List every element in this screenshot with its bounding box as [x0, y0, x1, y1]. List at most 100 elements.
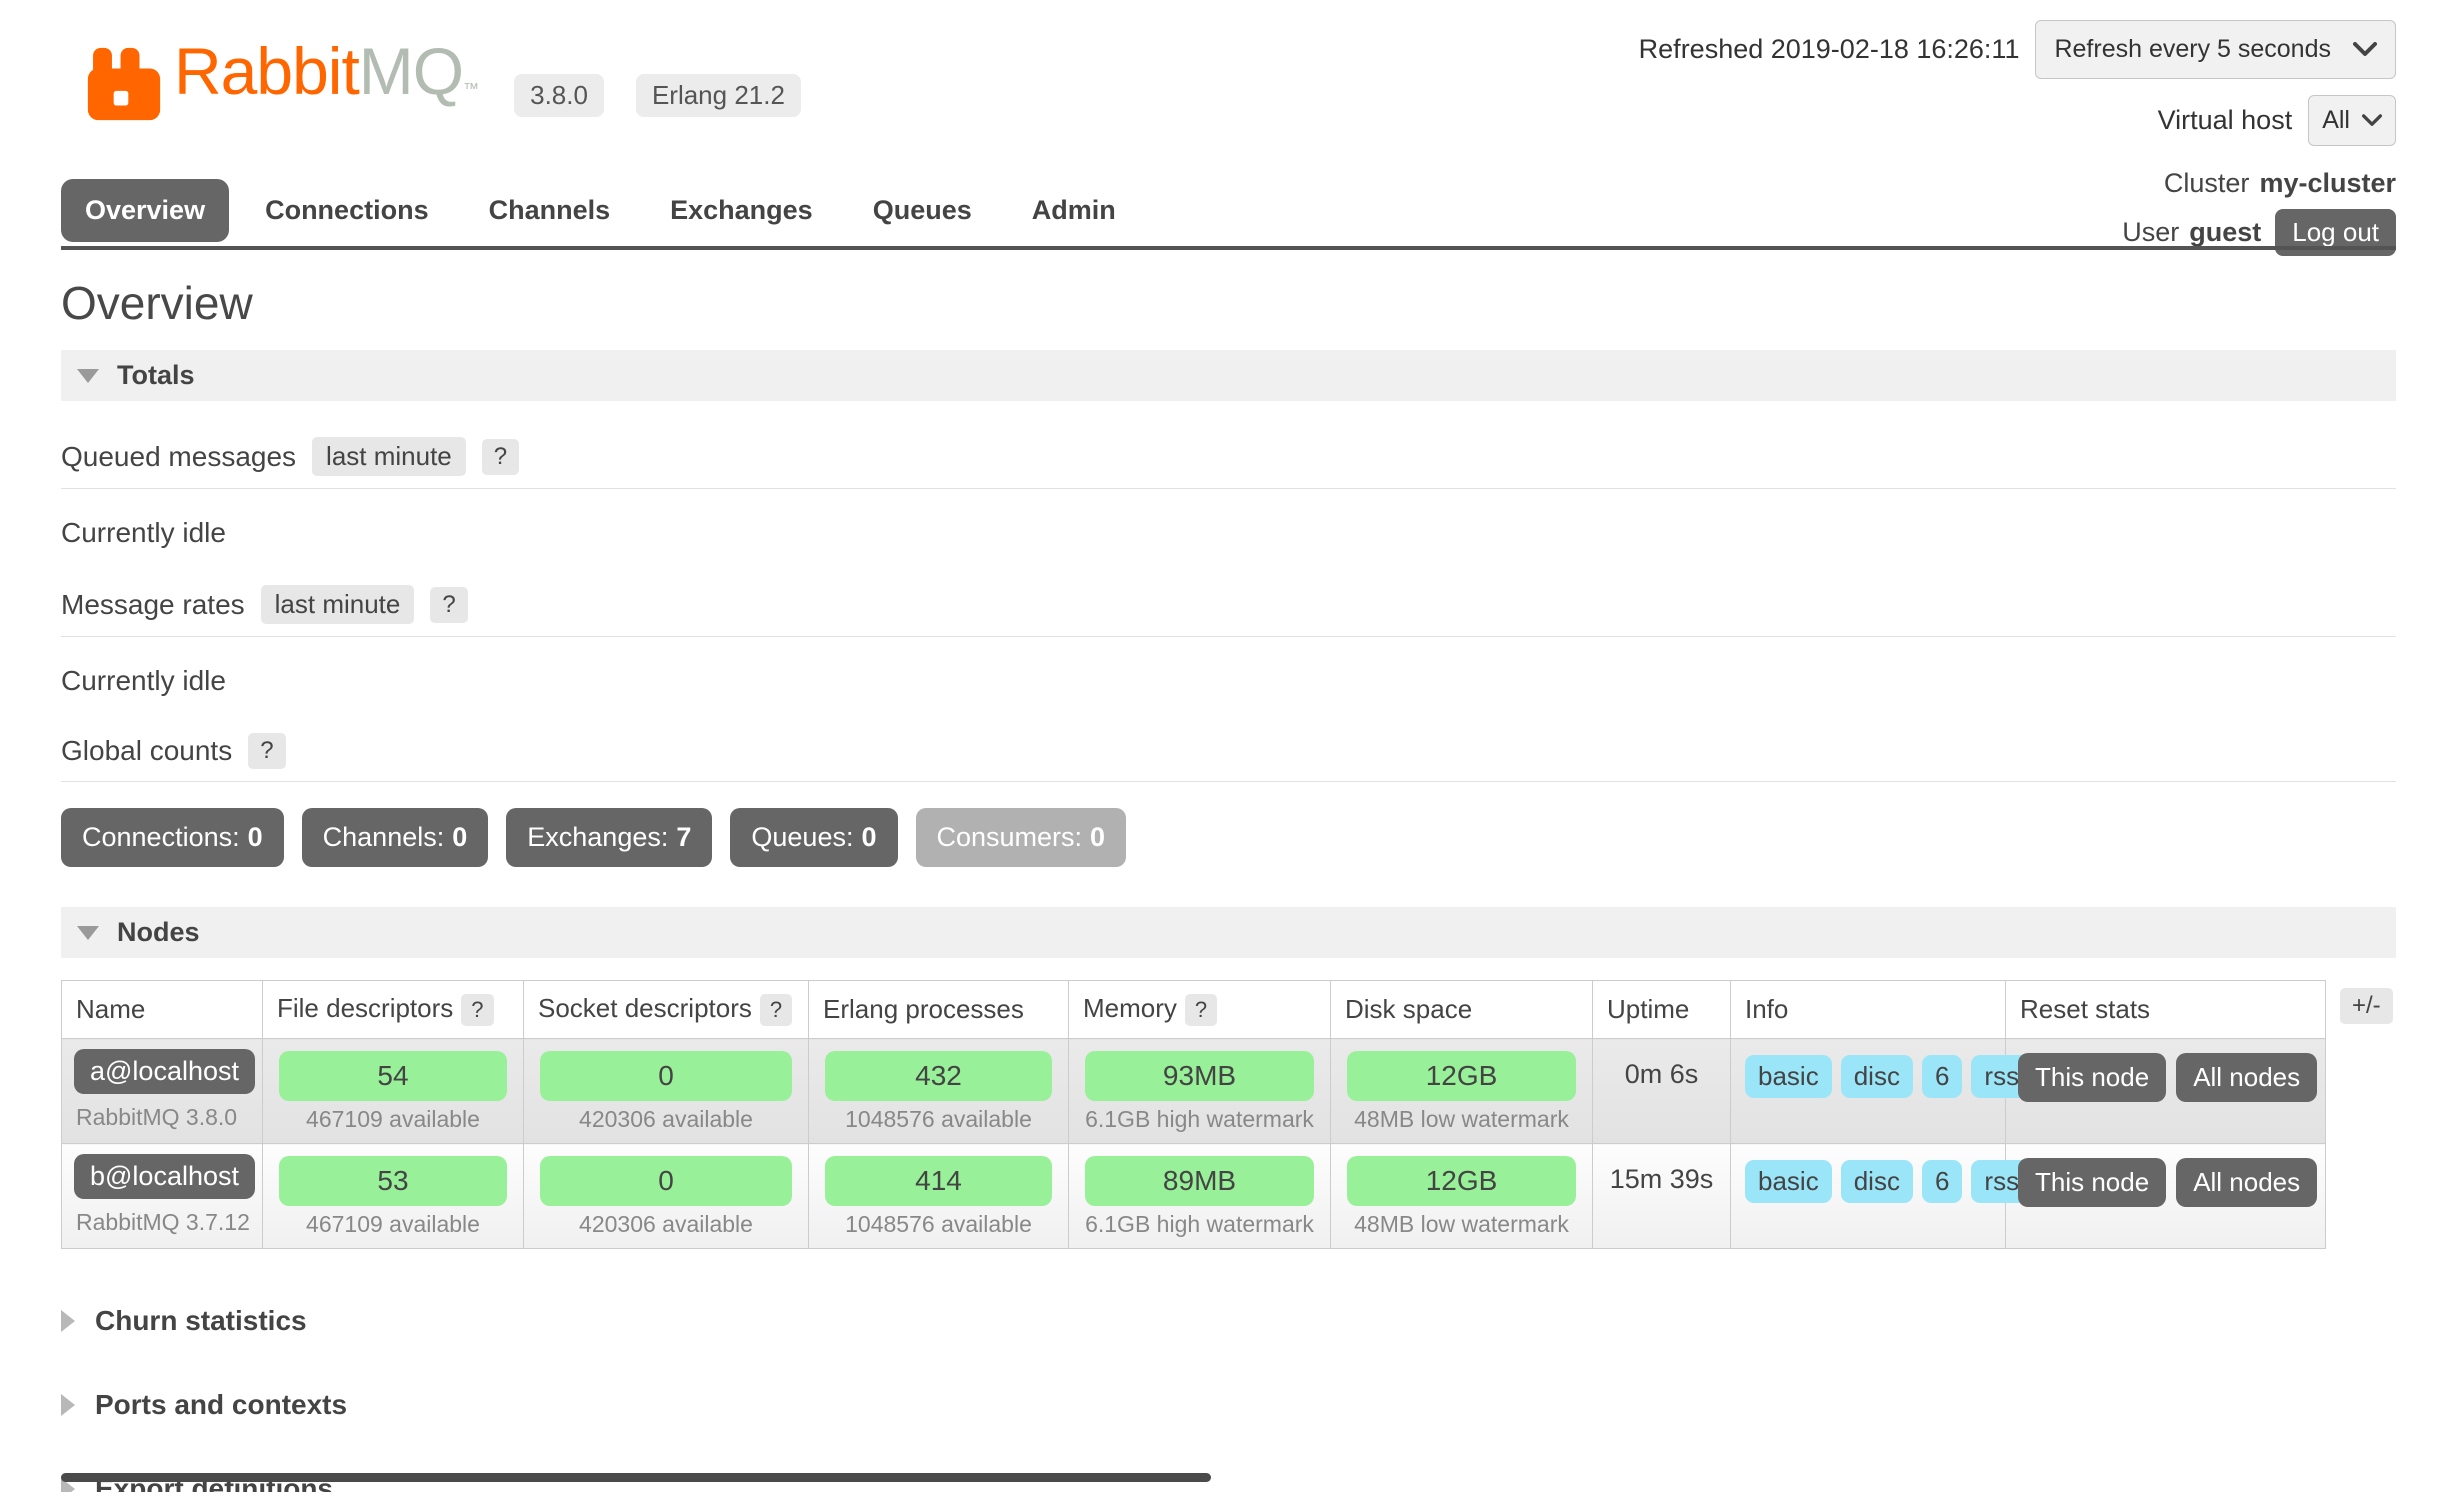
global-counts-help-badge[interactable]: ?	[248, 733, 285, 769]
tab-admin[interactable]: Admin	[1008, 179, 1140, 242]
memory-cell: 89MB 6.1GB high watermark	[1069, 1144, 1331, 1249]
node-name-badge[interactable]: a@localhost	[74, 1049, 255, 1094]
info-cell: basicdisc6rss	[1731, 1144, 2006, 1249]
ports-and-contexts-section[interactable]: Ports and contexts	[61, 1389, 2396, 1421]
exchanges-count-badge[interactable]: Exchanges: 7	[506, 808, 712, 867]
logo-trademark: ™	[463, 81, 478, 98]
exchanges-count-value: 7	[676, 822, 691, 852]
erlang-version-badge: Erlang 21.2	[636, 74, 801, 117]
chevron-down-icon	[2353, 42, 2377, 57]
tab-overview[interactable]: Overview	[61, 179, 229, 242]
virtual-host-select[interactable]: All	[2308, 95, 2396, 146]
page-title: Overview	[61, 276, 2396, 330]
horizontal-scrollbar-thumb[interactable]	[61, 1473, 1211, 1482]
fd-available: 467109 available	[271, 1211, 515, 1238]
column-selector-button[interactable]: +/-	[2340, 988, 2393, 1024]
exchanges-count-label: Exchanges:	[527, 822, 668, 852]
header: RabbitMQ™ 3.8.0 Erlang 21.2 Refreshed 20…	[0, 0, 2458, 250]
memory-value: 89MB	[1085, 1156, 1314, 1206]
totals-section-title: Totals	[117, 360, 195, 391]
erlang-value: 414	[825, 1156, 1052, 1206]
sd-help-badge[interactable]: ?	[760, 994, 792, 1026]
fd-help-badge[interactable]: ?	[461, 994, 493, 1026]
uptime-cell: 15m 39s	[1593, 1144, 1731, 1249]
global-counts-heading: Global counts ?	[61, 733, 2396, 782]
erlang-cell: 414 1048576 available	[809, 1144, 1069, 1249]
ports-and-contexts-title: Ports and contexts	[95, 1389, 347, 1421]
col-memory: Memory?	[1069, 981, 1331, 1039]
memory-help-badge[interactable]: ?	[1185, 994, 1217, 1026]
queued-range-badge[interactable]: last minute	[312, 437, 466, 476]
info-badge-basic: basic	[1745, 1055, 1832, 1098]
chevron-down-icon	[2362, 114, 2382, 127]
totals-section-header[interactable]: Totals	[61, 350, 2396, 401]
consumers-count-badge: Consumers:0	[916, 808, 1127, 867]
node-name-cell: a@localhost RabbitMQ 3.8.0	[62, 1039, 263, 1144]
refresh-interval-value: Refresh every 5 seconds	[2054, 35, 2331, 64]
rabbitmq-version-badge: 3.8.0	[514, 74, 604, 117]
tab-queues[interactable]: Queues	[849, 179, 996, 242]
main-content: Overview Totals Queued messages last min…	[0, 276, 2458, 1492]
col-erlang-processes: Erlang processes	[809, 981, 1069, 1039]
disk-watermark: 48MB low watermark	[1339, 1106, 1584, 1133]
channels-count-badge[interactable]: Channels:0	[302, 808, 489, 867]
churn-statistics-section[interactable]: Churn statistics	[61, 1305, 2396, 1337]
reset-stats-cell: This nodeAll nodes	[2006, 1144, 2326, 1249]
erlang-cell: 432 1048576 available	[809, 1039, 1069, 1144]
disk-watermark: 48MB low watermark	[1339, 1211, 1584, 1238]
queued-messages-label: Queued messages	[61, 441, 296, 473]
connections-count-badge[interactable]: Connections: 0	[61, 808, 284, 867]
expand-triangle-icon	[61, 1394, 75, 1416]
message-rates-heading: Message rates last minute ?	[61, 585, 2396, 637]
col-name: Name	[62, 981, 263, 1039]
rates-range-badge[interactable]: last minute	[261, 585, 415, 624]
node-name-badge[interactable]: b@localhost	[74, 1154, 255, 1199]
cluster-label: Cluster	[2164, 168, 2250, 199]
erlang-value: 432	[825, 1051, 1052, 1101]
refresh-row: Refreshed 2019-02-18 16:26:11 Refresh ev…	[1639, 20, 2396, 79]
logo-mq-text: MQ	[359, 34, 463, 108]
connections-count-value: 0	[248, 822, 263, 852]
reset-all-nodes-button[interactable]: All nodes	[2176, 1158, 2317, 1207]
tab-channels[interactable]: Channels	[465, 179, 635, 242]
info-badge-basic: basic	[1745, 1160, 1832, 1203]
message-rates-label: Message rates	[61, 589, 245, 621]
queues-count-badge[interactable]: Queues: 0	[730, 808, 897, 867]
virtual-host-row: Virtual host All	[2158, 95, 2396, 146]
nodes-section-title: Nodes	[117, 917, 200, 948]
tab-exchanges[interactable]: Exchanges	[646, 179, 837, 242]
reset-this-node-button[interactable]: This node	[2018, 1158, 2166, 1207]
nodes-section-header[interactable]: Nodes	[61, 907, 2396, 958]
fd-value: 54	[279, 1051, 507, 1101]
queued-help-badge[interactable]: ?	[482, 439, 519, 475]
logo-rabbit-text: Rabbit	[174, 34, 359, 108]
queued-messages-heading: Queued messages last minute ?	[61, 437, 2396, 489]
disk-cell: 12GB 48MB low watermark	[1331, 1144, 1593, 1249]
queues-count-value: 0	[861, 822, 876, 852]
consumers-count-value: 0	[1090, 822, 1105, 852]
node-row-a: a@localhost RabbitMQ 3.8.0 54 467109 ava…	[62, 1039, 2326, 1144]
col-disk-space: Disk space	[1331, 981, 1593, 1039]
collapse-triangle-icon	[77, 369, 99, 383]
disk-value: 12GB	[1347, 1156, 1576, 1206]
reset-all-nodes-button[interactable]: All nodes	[2176, 1053, 2317, 1102]
refresh-interval-select[interactable]: Refresh every 5 seconds	[2035, 20, 2396, 79]
channels-count-value: 0	[452, 822, 467, 852]
refreshed-timestamp: Refreshed 2019-02-18 16:26:11	[1639, 34, 2020, 65]
tab-connections[interactable]: Connections	[241, 179, 453, 242]
info-badge-count: 6	[1922, 1160, 1962, 1203]
col-socket-descriptors: Socket descriptors?	[524, 981, 809, 1039]
queues-count-label: Queues:	[751, 822, 853, 852]
col-file-descriptors: File descriptors?	[263, 981, 524, 1039]
cluster-row: Cluster my-cluster	[2164, 168, 2396, 199]
info-cell: basicdisc6rss	[1731, 1039, 2006, 1144]
rabbitmq-logo[interactable]: RabbitMQ™ 3.8.0 Erlang 21.2	[80, 38, 801, 127]
sd-cell: 0 420306 available	[524, 1039, 809, 1144]
virtual-host-label: Virtual host	[2158, 105, 2293, 136]
reset-this-node-button[interactable]: This node	[2018, 1053, 2166, 1102]
rates-help-badge[interactable]: ?	[430, 587, 467, 623]
erlang-available: 1048576 available	[817, 1211, 1060, 1238]
connections-count-label: Connections:	[82, 822, 240, 852]
node-version: RabbitMQ 3.7.12	[70, 1209, 254, 1236]
fd-available: 467109 available	[271, 1106, 515, 1133]
